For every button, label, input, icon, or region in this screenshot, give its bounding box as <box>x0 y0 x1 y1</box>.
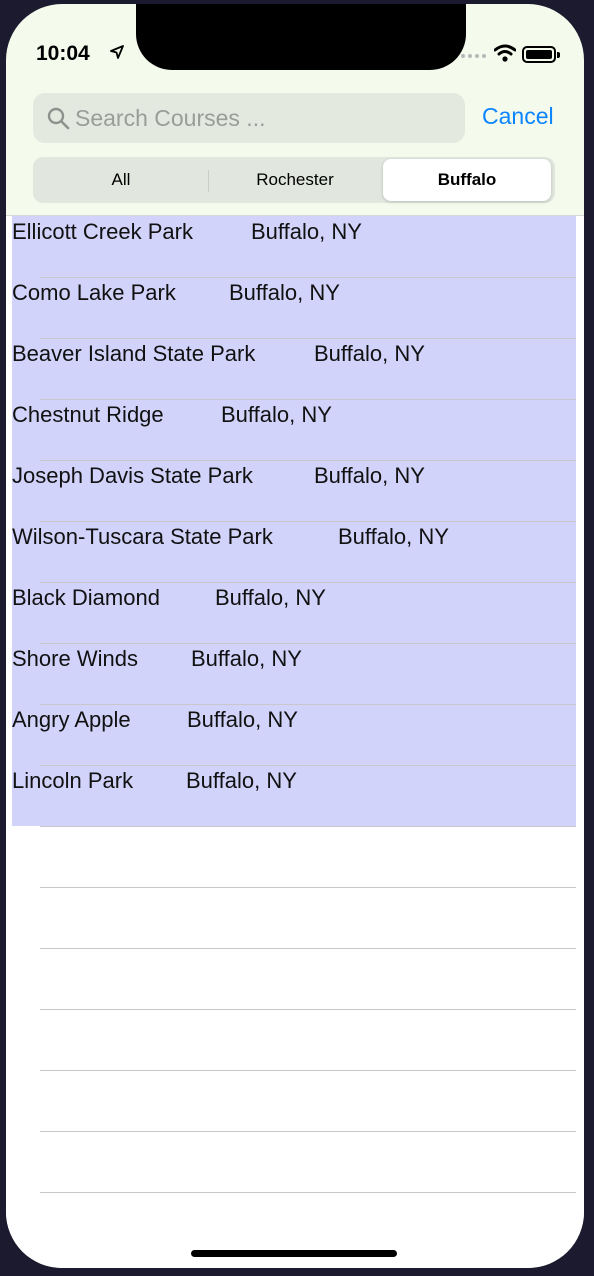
row-separator <box>40 338 576 339</box>
course-name: Joseph Davis State Park <box>12 463 253 488</box>
course-name: Black Diamond <box>12 585 160 610</box>
course-city: Buffalo, NY <box>229 280 340 305</box>
course-name: Chestnut Ridge <box>12 402 164 427</box>
row-separator <box>40 521 576 522</box>
search-icon <box>47 107 70 130</box>
course-city: Buffalo, NY <box>221 402 332 427</box>
phone-screen: 10:04 Cancel All Rochester Buffalo Ellic… <box>6 4 584 1268</box>
row-separator <box>40 582 576 583</box>
course-row[interactable]: Shore Winds Buffalo, NY <box>12 643 576 704</box>
row-separator <box>40 1009 576 1010</box>
course-name: Como Lake Park <box>12 280 176 305</box>
course-city: Buffalo, NY <box>314 341 425 366</box>
course-row[interactable]: Black Diamond Buffalo, NY <box>12 582 576 643</box>
course-city: Buffalo, NY <box>187 707 298 732</box>
course-name: Ellicott Creek Park <box>12 219 193 244</box>
course-row[interactable]: Joseph Davis State Park Buffalo, NY <box>12 460 576 521</box>
notch <box>136 4 466 70</box>
course-row[interactable]: Wilson-Tuscara State Park Buffalo, NY <box>12 521 576 582</box>
row-separator <box>40 399 576 400</box>
row-separator <box>40 948 576 949</box>
course-row[interactable]: Beaver Island State Park Buffalo, NY <box>12 338 576 399</box>
segment-rochester[interactable]: Rochester <box>209 159 381 201</box>
row-separator <box>40 460 576 461</box>
course-name: Lincoln Park <box>12 768 134 793</box>
row-separator <box>40 887 576 888</box>
city-filter-segmented-control: All Rochester Buffalo <box>33 157 555 203</box>
course-row[interactable]: Como Lake Park Buffalo, NY <box>12 277 576 338</box>
battery-icon <box>522 46 560 63</box>
row-separator <box>40 1131 576 1132</box>
location-arrow-icon <box>110 45 124 59</box>
course-name: Wilson-Tuscara State Park <box>12 524 273 549</box>
row-separator <box>40 765 576 766</box>
course-city: Buffalo, NY <box>314 463 425 488</box>
status-time: 10:04 <box>36 42 90 65</box>
search-field[interactable] <box>33 93 465 143</box>
row-separator <box>40 277 576 278</box>
course-city: Buffalo, NY <box>251 219 362 244</box>
course-name: Beaver Island State Park <box>12 341 256 366</box>
course-name: Angry Apple <box>12 707 131 732</box>
search-input[interactable] <box>75 93 455 143</box>
course-city: Buffalo, NY <box>338 524 449 549</box>
wifi-icon <box>494 44 516 62</box>
cellular-signal-icon <box>461 54 486 58</box>
course-row[interactable]: Ellicott Creek Park Buffalo, NY <box>12 216 576 277</box>
row-separator <box>40 704 576 705</box>
row-separator <box>40 1192 576 1193</box>
course-row[interactable]: Chestnut Ridge Buffalo, NY <box>12 399 576 460</box>
course-city: Buffalo, NY <box>186 768 297 793</box>
row-separator <box>40 643 576 644</box>
course-list: Ellicott Creek Park Buffalo, NY Como Lak… <box>6 215 584 1268</box>
course-name: Shore Winds <box>12 646 138 671</box>
row-separator <box>40 826 576 827</box>
cancel-button[interactable]: Cancel <box>482 103 554 130</box>
segment-all[interactable]: All <box>35 159 207 201</box>
course-city: Buffalo, NY <box>215 585 326 610</box>
course-row[interactable]: Angry Apple Buffalo, NY <box>12 704 576 765</box>
home-indicator[interactable] <box>191 1250 397 1257</box>
segment-buffalo[interactable]: Buffalo <box>383 159 551 201</box>
course-city: Buffalo, NY <box>191 646 302 671</box>
row-separator <box>40 1070 576 1071</box>
course-row[interactable]: Lincoln Park Buffalo, NY <box>12 765 576 826</box>
